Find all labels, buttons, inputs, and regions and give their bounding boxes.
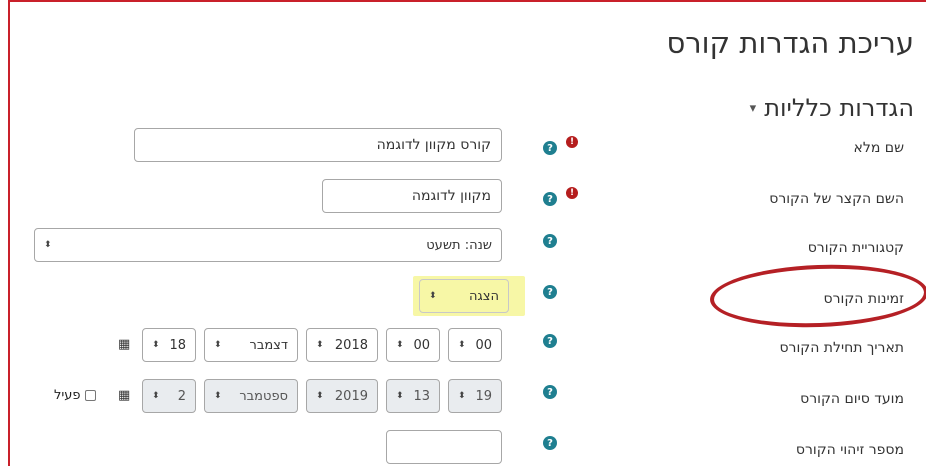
- select-arrows-icon: ⬍: [316, 391, 324, 401]
- start-minute-value: 00: [475, 337, 492, 353]
- help-icon[interactable]: ?: [543, 385, 557, 399]
- label-enddate: מועד סיום הקורס: [800, 391, 904, 407]
- page-title: עריכת הגדרות קורס: [666, 26, 914, 60]
- row-fullname: שם מלא ! ? קורס מקוון לדוגמה: [10, 128, 926, 168]
- start-day-value: 18: [169, 337, 186, 353]
- required-icon: !: [566, 187, 578, 199]
- select-arrows-icon: ⬍: [214, 340, 222, 350]
- shortname-input[interactable]: מקוון לדוגמה: [322, 179, 502, 213]
- end-minute-select[interactable]: 19 ⬍: [448, 379, 502, 413]
- start-hour-value: 00: [413, 337, 430, 353]
- section-header-general[interactable]: הגדרות כלליות ▾: [750, 94, 914, 122]
- end-month-value: ספטמבר: [239, 388, 288, 404]
- row-enddate: מועד סיום הקורס ? 19 ⬍ 13 ⬍ 2019 ⬍ ספטמב…: [10, 379, 926, 419]
- select-arrows-icon: ⬍: [429, 291, 437, 301]
- row-shortname: השם הקצר של הקורס ! ? מקוון לדוגמה: [10, 179, 926, 219]
- end-hour-select[interactable]: 13 ⬍: [386, 379, 440, 413]
- select-arrows-icon: ⬍: [44, 240, 52, 250]
- label-idnumber: מספר זיהוי הקורס: [795, 442, 904, 458]
- select-arrows-icon: ⬍: [152, 391, 160, 401]
- select-arrows-icon: ⬍: [458, 391, 466, 401]
- start-minute-select[interactable]: 00 ⬍: [448, 328, 502, 362]
- label-category: קטגוריית הקורס: [807, 240, 904, 256]
- end-month-select[interactable]: ספטמבר ⬍: [204, 379, 298, 413]
- select-arrows-icon: ⬍: [214, 391, 222, 401]
- checkbox-box[interactable]: [84, 390, 96, 401]
- end-year-select[interactable]: 2019 ⬍: [306, 379, 378, 413]
- enddate-enable-checkbox[interactable]: פעיל: [54, 388, 96, 403]
- idnumber-input[interactable]: [386, 430, 502, 464]
- help-icon[interactable]: ?: [543, 436, 557, 450]
- category-select[interactable]: שנה: תשעט ⬍: [34, 228, 502, 262]
- select-arrows-icon: ⬍: [152, 340, 160, 350]
- section-title: הגדרות כלליות: [764, 94, 914, 122]
- end-day-value: 2: [177, 388, 186, 404]
- end-year-value: 2019: [334, 388, 368, 404]
- help-icon[interactable]: ?: [543, 234, 557, 248]
- start-day-select[interactable]: 18 ⬍: [142, 328, 196, 362]
- annotation-oval: [708, 261, 926, 331]
- help-icon[interactable]: ?: [543, 141, 557, 155]
- start-year-value: 2018: [334, 337, 368, 353]
- collapse-caret-icon[interactable]: ▾: [750, 101, 757, 116]
- end-day-select[interactable]: 2 ⬍: [142, 379, 196, 413]
- label-fullname: שם מלא: [853, 140, 904, 156]
- help-icon[interactable]: ?: [543, 192, 557, 206]
- end-hour-value: 13: [413, 388, 430, 404]
- end-minute-value: 19: [475, 388, 492, 404]
- fullname-input[interactable]: קורס מקוון לדוגמה: [134, 128, 502, 162]
- start-month-select[interactable]: דצמבר ⬍: [204, 328, 298, 362]
- row-category: קטגוריית הקורס ? שנה: תשעט ⬍: [10, 228, 926, 268]
- select-arrows-icon: ⬍: [316, 340, 324, 350]
- visibility-value: הצגה: [468, 288, 499, 304]
- calendar-icon[interactable]: ▦: [118, 388, 132, 403]
- help-icon[interactable]: ?: [543, 285, 557, 299]
- start-hour-select[interactable]: 00 ⬍: [386, 328, 440, 362]
- visibility-select[interactable]: הצגה ⬍: [419, 279, 509, 313]
- enddate-enable-label: פעיל: [54, 388, 81, 403]
- help-icon[interactable]: ?: [543, 334, 557, 348]
- row-startdate: תאריך תחילת הקורס ? 00 ⬍ 00 ⬍ 2018 ⬍ דצמ…: [10, 328, 926, 368]
- required-icon: !: [566, 136, 578, 148]
- label-startdate: תאריך תחילת הקורס: [779, 340, 904, 356]
- start-year-select[interactable]: 2018 ⬍: [306, 328, 378, 362]
- select-arrows-icon: ⬍: [458, 340, 466, 350]
- select-arrows-icon: ⬍: [396, 391, 404, 401]
- start-month-value: דצמבר: [249, 337, 289, 353]
- select-arrows-icon: ⬍: [396, 340, 404, 350]
- calendar-icon[interactable]: ▦: [118, 337, 132, 352]
- row-idnumber: מספר זיהוי הקורס ?: [10, 430, 926, 470]
- category-value: שנה: תשעט: [426, 237, 492, 253]
- label-shortname: השם הקצר של הקורס: [769, 191, 904, 207]
- course-settings-panel: עריכת הגדרות קורס הגדרות כלליות ▾ שם מלא…: [8, 0, 926, 466]
